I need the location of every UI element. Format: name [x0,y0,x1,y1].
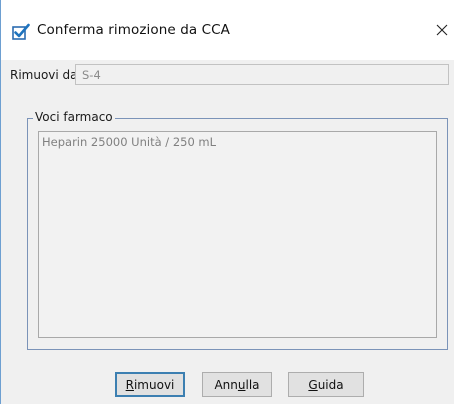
close-button[interactable] [430,14,454,48]
list-item[interactable]: Heparin 25000 Unità / 250 mL [39,132,436,152]
help-button-mnemonic: G [308,377,318,392]
window-title: Conferma rimozione da CCA [37,22,231,38]
dialog-window: Conferma rimozione da CCA Rimuovi da: Vo… [0,0,454,404]
remove-button[interactable]: Rimuovi [115,372,185,397]
remove-from-field[interactable] [75,64,449,85]
cancel-button-label-pre: Ann [214,377,238,392]
remove-button-label-post: imuovi [133,377,175,392]
cancel-button[interactable]: Ann u lla [202,372,272,397]
help-button-label-post: uida [317,377,344,392]
remove-button-mnemonic: R [125,377,134,392]
checkbox-checked-icon [12,23,30,40]
drug-items-legend: Voci farmaco [33,110,115,124]
cancel-button-mnemonic: u [237,377,246,392]
cancel-button-label-post: lla [245,377,260,392]
title-bar: Conferma rimozione da CCA [1,0,454,60]
help-button[interactable]: Guida [288,372,364,397]
drug-items-list[interactable]: Heparin 25000 Unità / 250 mL [38,131,437,338]
close-icon [436,24,448,39]
remove-from-label: Rimuovi da: [10,68,82,82]
